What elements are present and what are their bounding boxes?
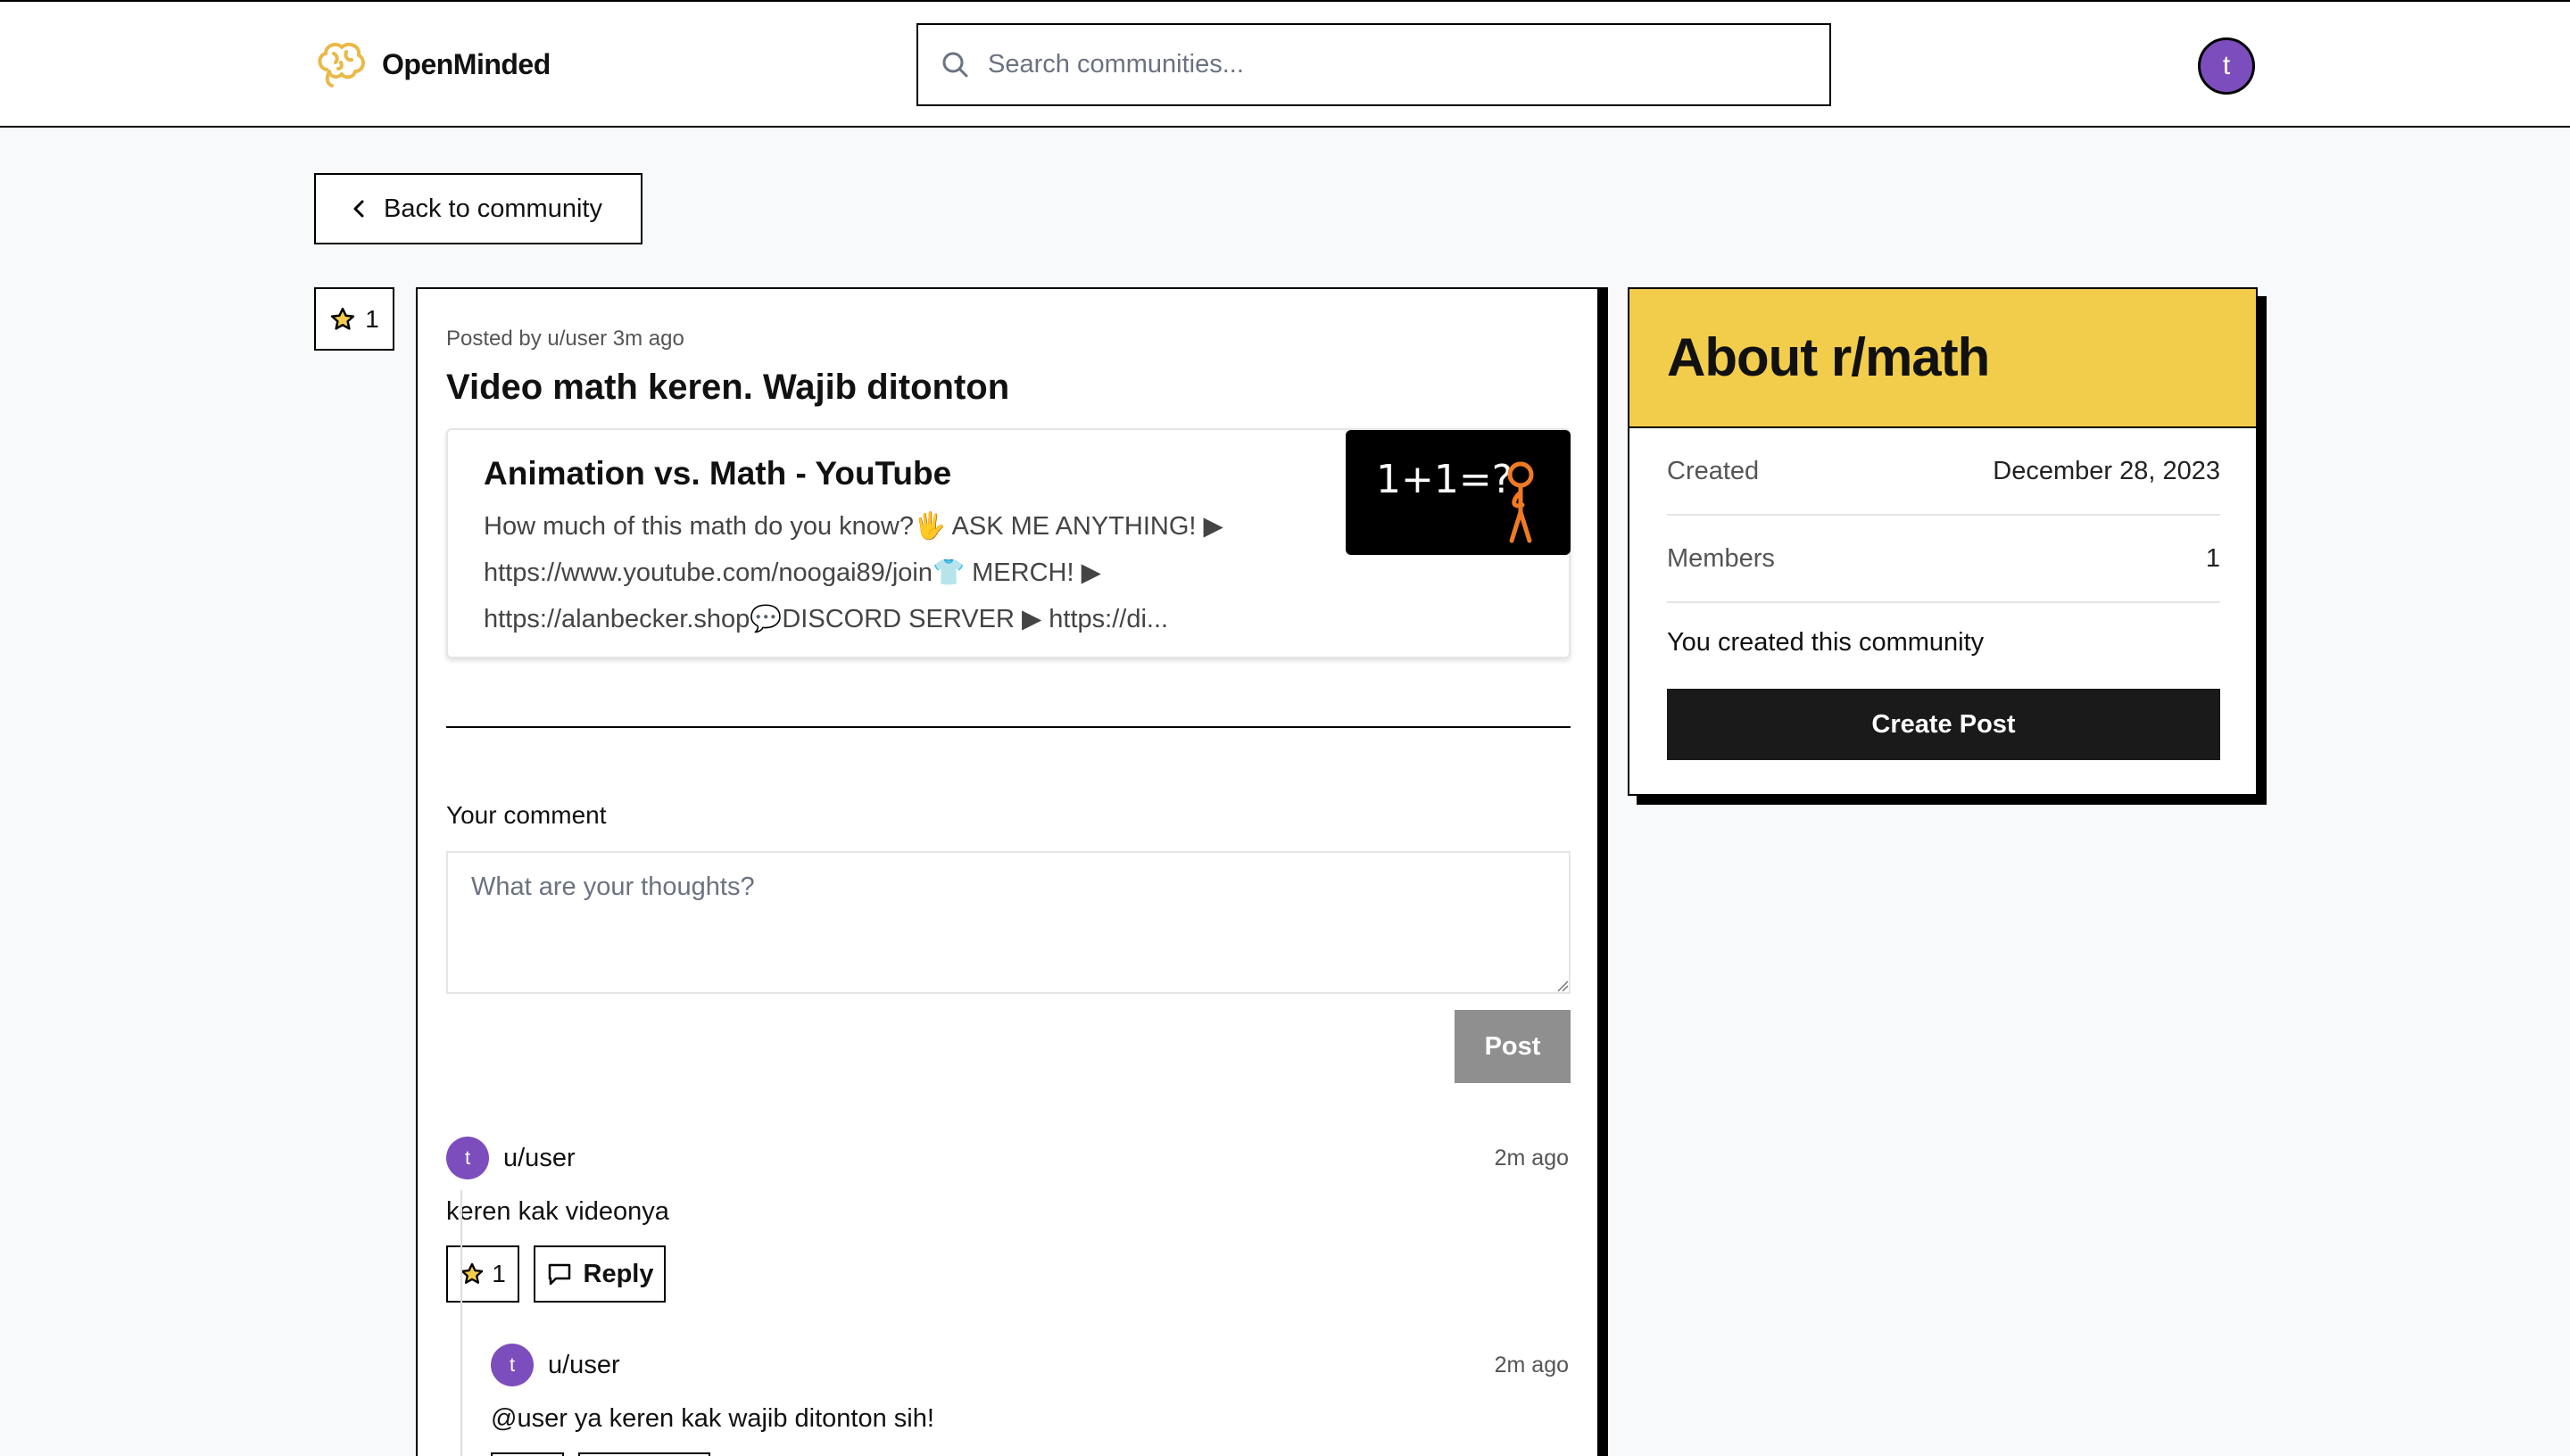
sidebar-row-members: Members 1 — [1667, 516, 2220, 603]
sidebar-owner-note: You created this community — [1667, 628, 1985, 657]
brand-logo[interactable]: OpenMinded — [314, 37, 551, 91]
post-card: Posted by u/user 3m ago Video math keren… — [416, 287, 1599, 1456]
brain-logo-icon — [318, 42, 365, 87]
sidebar-row-key: Members — [1667, 543, 1775, 573]
search-bar[interactable] — [916, 23, 1831, 106]
sidebar-row-value: December 28, 2023 — [1993, 456, 2220, 485]
comment-reply-button[interactable]: Reply — [534, 1245, 666, 1303]
link-preview-description: How much of this math do you know?🖐 ASK … — [484, 503, 1314, 642]
create-post-button[interactable]: Create Post — [1667, 689, 2220, 760]
comment-username[interactable]: u/user — [548, 1351, 620, 1380]
link-preview-thumbnail: 1+1=? — [1346, 430, 1571, 555]
resize-handle-icon[interactable] — [1556, 980, 1569, 992]
thumbnail-image: 1+1=? — [1376, 457, 1534, 543]
chevron-left-icon — [353, 200, 364, 218]
comment-avatar[interactable]: t — [491, 1344, 534, 1386]
comment-text: keren kak videonya — [446, 1197, 669, 1226]
post-vote-count: 1 — [365, 304, 379, 333]
link-preview-card[interactable]: Animation vs. Math - YouTube How much of… — [446, 428, 1571, 658]
post-comment-button[interactable]: Post — [1455, 1010, 1571, 1083]
comment-timestamp: 2m ago — [1494, 1146, 1569, 1171]
back-to-community-button[interactable]: Back to community — [314, 173, 642, 244]
comment-textarea[interactable] — [446, 851, 1571, 994]
brand-name: OpenMinded — [382, 47, 551, 80]
thumbnail-text: 1+1=? — [1376, 457, 1513, 502]
stick-figure-icon — [1507, 461, 1534, 543]
link-preview-description-line: How much of this math do you know?🖐 ASK … — [484, 512, 1223, 541]
comment-label: Your comment — [446, 801, 607, 829]
reply-thread-line — [460, 1190, 462, 1456]
sidebar-header: About r/math — [1629, 289, 2256, 428]
search-input[interactable] — [988, 50, 1791, 79]
comment-vote-count: 1 — [492, 1260, 506, 1287]
search-icon — [942, 52, 968, 77]
back-button-label: Back to community — [384, 194, 602, 223]
comment-upvote-button[interactable] — [491, 1452, 564, 1456]
post-title: Video math keren. Wajib ditonton — [446, 368, 1010, 407]
comment-upvote-button[interactable]: 1 — [446, 1245, 519, 1303]
post-meta: Posted by u/user 3m ago — [446, 327, 684, 351]
comment-icon — [548, 1263, 570, 1286]
link-preview-description-line: https://alanbecker.shop💬DISCORD SERVER ▶… — [484, 605, 1169, 633]
page: OpenMinded t Back to community 1 Posted … — [0, 0, 2570, 1456]
user-avatar[interactable]: t — [2198, 37, 2255, 95]
link-preview-title: Animation vs. Math - YouTube — [484, 455, 952, 492]
comment-text: @user ya keren kak wajib ditonton sih! — [491, 1404, 934, 1433]
sidebar-row-value: 1 — [2205, 543, 2220, 573]
comment-username[interactable]: u/user — [503, 1144, 576, 1173]
reply-label: Reply — [583, 1259, 654, 1288]
top-navbar: OpenMinded t — [0, 0, 2570, 128]
section-divider — [446, 726, 1571, 728]
post-upvote-button[interactable]: 1 — [314, 287, 394, 351]
sidebar-row-created: Created December 28, 2023 — [1667, 428, 2220, 516]
link-preview-description-line: https://www.youtube.com/noogai89/join👕 M… — [484, 558, 1101, 587]
sidebar-title: About r/math — [1667, 327, 1990, 387]
star-icon — [460, 1262, 484, 1284]
community-sidebar: About r/math Created December 28, 2023 M… — [1628, 287, 2258, 796]
comment-avatar[interactable]: t — [446, 1137, 489, 1179]
sidebar-row-key: Created — [1667, 456, 1760, 485]
comment-reply-button[interactable] — [578, 1452, 710, 1456]
star-icon — [331, 307, 355, 330]
comment-timestamp: 2m ago — [1494, 1353, 1569, 1377]
